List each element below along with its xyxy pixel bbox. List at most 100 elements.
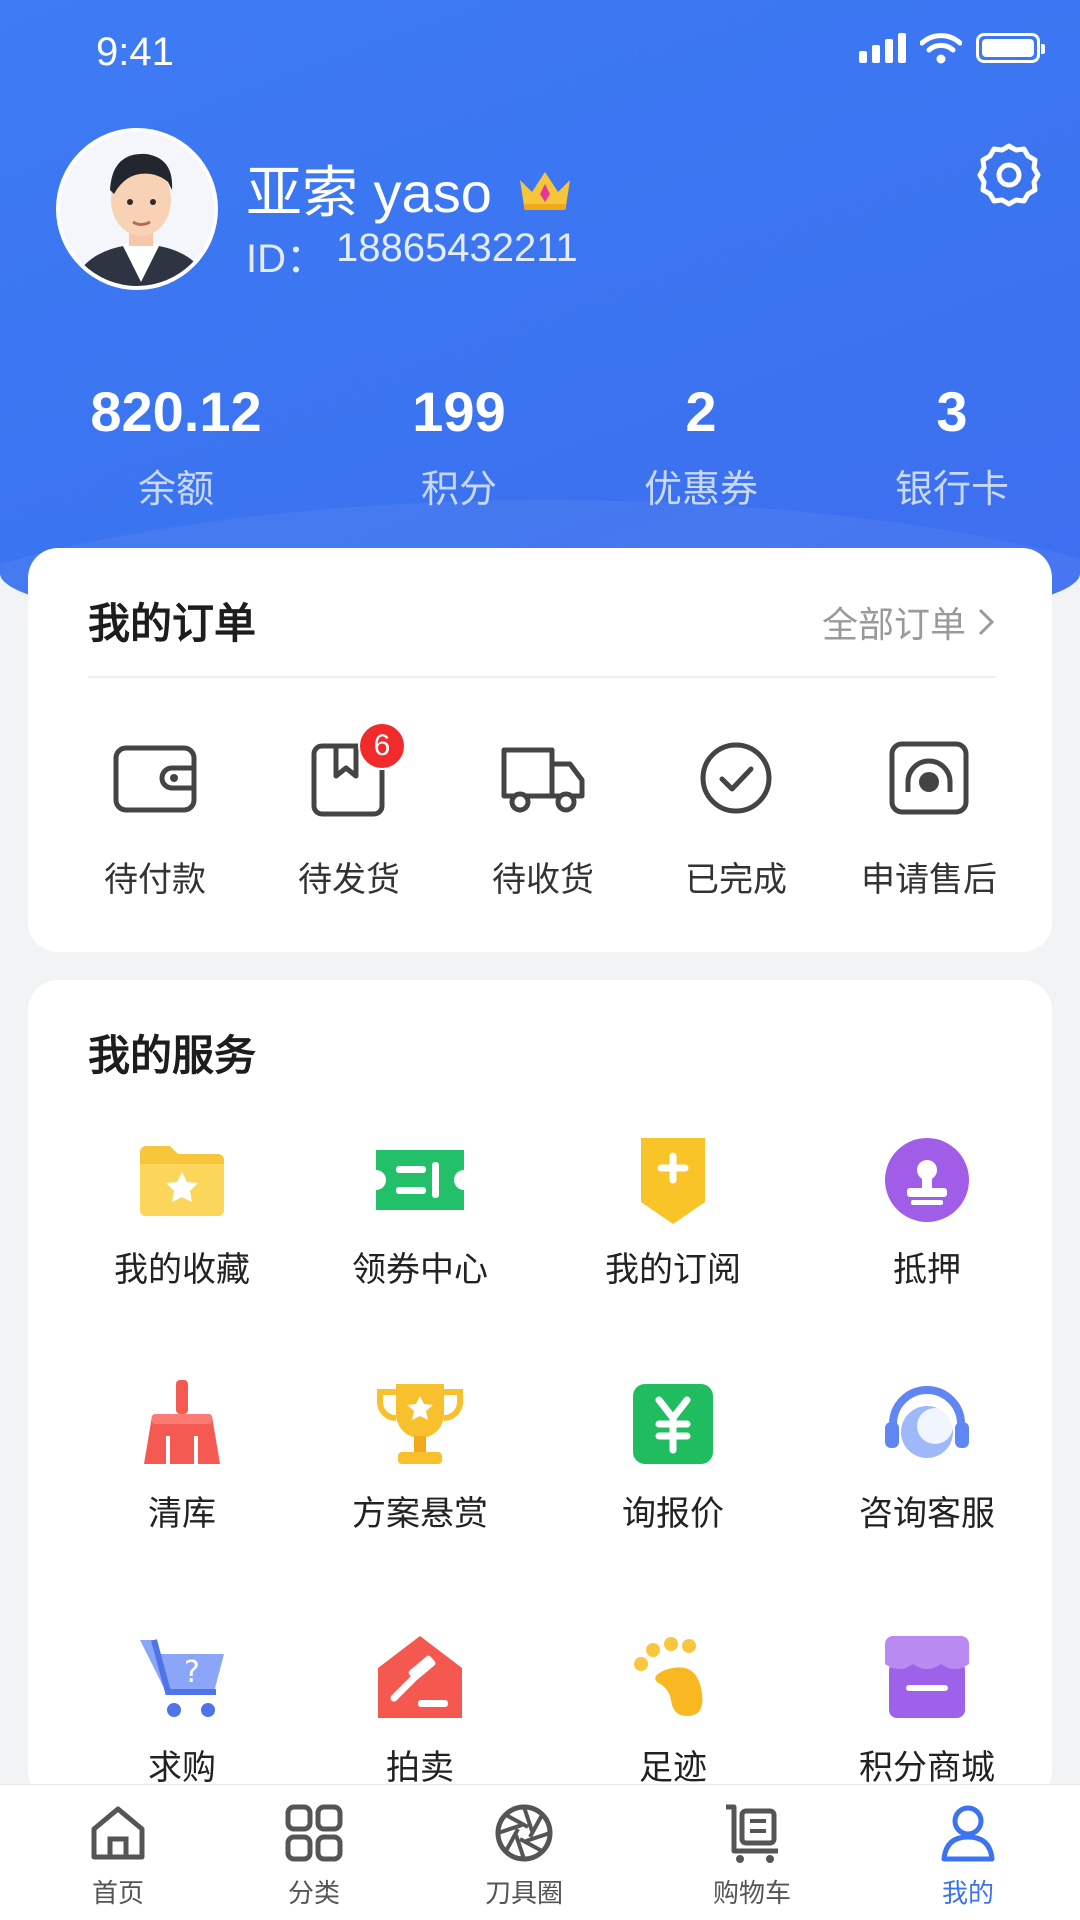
user-name-text: 亚索 yaso — [246, 161, 492, 224]
account-stats: 820.12 余额 199 积分 2 优惠券 3 银行卡 — [0, 380, 1080, 513]
user-name: 亚索 yaso — [246, 148, 574, 229]
tab-categories[interactable]: 分类 — [244, 1801, 384, 1910]
cart-question-icon: ? — [134, 1630, 230, 1726]
tab-cart[interactable]: 购物车 — [682, 1801, 822, 1910]
user-id-value: 18865432211 — [336, 226, 578, 270]
service-clearance[interactable]: 清库 — [72, 1376, 292, 1535]
tab-label: 分类 — [287, 1879, 340, 1909]
user-id: ID： 18865432211 — [246, 226, 578, 284]
service-favorites[interactable]: 我的收藏 — [72, 1132, 292, 1291]
order-label: 待发货 — [298, 860, 400, 900]
folder-star-icon — [134, 1132, 230, 1228]
auction-icon — [372, 1630, 468, 1726]
orders-divider — [88, 676, 996, 678]
svg-text:?: ? — [184, 1655, 200, 1690]
user-id-label: ID： — [246, 237, 326, 281]
order-pending-payment[interactable]: 待付款 — [80, 736, 230, 901]
stat-balance[interactable]: 820.12 余额 — [90, 380, 261, 513]
stat-value: 3 — [936, 380, 968, 443]
stat-label: 银行卡 — [894, 467, 1010, 511]
broom-icon — [134, 1376, 230, 1472]
tab-label: 我的 — [941, 1879, 994, 1909]
stat-value: 199 — [412, 380, 506, 443]
service-label: 咨询客服 — [859, 1494, 995, 1534]
service-label: 询报价 — [622, 1494, 724, 1534]
services-title: 我的服务 — [88, 1031, 257, 1080]
service-auction[interactable]: 拍卖 — [310, 1630, 530, 1789]
stamp-icon — [879, 1132, 975, 1228]
tab-label: 首页 — [91, 1879, 144, 1909]
yuan-icon — [625, 1376, 721, 1472]
service-mortgage[interactable]: 抵押 — [817, 1132, 1037, 1291]
wifi-icon — [920, 33, 962, 64]
stat-points[interactable]: 199 积分 — [412, 380, 505, 513]
notification-badge: 6 — [358, 722, 406, 770]
grid-icon — [285, 1804, 343, 1862]
all-orders-link[interactable]: 全部订单 — [822, 596, 996, 648]
stat-label: 积分 — [420, 467, 497, 511]
service-quotation[interactable]: 询报价 — [563, 1376, 783, 1535]
bottom-tab-bar: 首页 分类 刀具圈 购物车 我的 — [0, 1784, 1080, 1920]
status-icons — [859, 32, 1045, 64]
truck-icon — [498, 736, 588, 820]
stat-value: 2 — [685, 380, 717, 443]
order-after-sales[interactable]: 申请售后 — [854, 736, 1004, 901]
service-label: 我的订阅 — [605, 1250, 741, 1290]
home-icon — [91, 1806, 145, 1860]
order-label: 申请售后 — [861, 860, 997, 900]
order-label: 已完成 — [685, 860, 787, 900]
service-bounty[interactable]: 方案悬赏 — [310, 1376, 530, 1535]
tab-label: 购物车 — [712, 1879, 791, 1909]
stat-bank-cards[interactable]: 3 银行卡 — [895, 380, 1009, 513]
service-label: 足迹 — [639, 1748, 707, 1788]
stat-value: 820.12 — [90, 380, 262, 443]
footprint-icon — [625, 1630, 721, 1726]
coupon-icon — [372, 1132, 468, 1228]
avatar[interactable] — [56, 128, 218, 290]
service-label: 拍卖 — [386, 1748, 454, 1788]
tab-home[interactable]: 首页 — [48, 1801, 188, 1910]
service-footprints[interactable]: 足迹 — [563, 1630, 783, 1789]
service-label: 求购 — [148, 1748, 216, 1788]
signal-icon — [859, 33, 906, 63]
service-label: 我的收藏 — [114, 1250, 250, 1290]
trolley-icon — [726, 1804, 778, 1863]
service-points-mall[interactable]: 积分商城 — [817, 1630, 1037, 1789]
after-sales-icon — [884, 736, 974, 820]
order-completed[interactable]: 已完成 — [661, 736, 811, 901]
service-label: 方案悬赏 — [352, 1494, 488, 1534]
wallet-icon — [110, 736, 200, 820]
trophy-icon — [372, 1376, 468, 1472]
stat-label: 余额 — [137, 467, 214, 511]
status-time: 9:41 — [96, 30, 174, 74]
aperture-icon — [495, 1804, 553, 1862]
service-label: 积分商城 — [859, 1748, 995, 1788]
tab-mine[interactable]: 我的 — [898, 1801, 1038, 1910]
service-label: 抵押 — [893, 1250, 961, 1290]
tab-label: 刀具圈 — [484, 1879, 563, 1909]
subscribe-icon — [625, 1132, 721, 1228]
order-pending-receipt[interactable]: 待收货 — [468, 736, 618, 901]
settings-gear-icon[interactable] — [974, 140, 1044, 210]
headset-icon — [879, 1376, 975, 1472]
tab-tool-circle[interactable]: 刀具圈 — [454, 1801, 594, 1910]
order-pending-shipment[interactable]: 6 待发货 — [274, 722, 424, 901]
check-circle-icon — [691, 736, 781, 820]
order-label: 待收货 — [492, 860, 594, 900]
vip-crown-icon — [519, 171, 570, 210]
service-customer-support[interactable]: 咨询客服 — [817, 1376, 1037, 1535]
order-label: 待付款 — [104, 860, 206, 900]
service-subscriptions[interactable]: 我的订阅 — [563, 1132, 783, 1291]
service-label: 清库 — [148, 1494, 216, 1534]
battery-icon — [976, 33, 1045, 63]
service-coupon-center[interactable]: 领券中心 — [310, 1132, 530, 1291]
service-wanted[interactable]: ? 求购 — [72, 1630, 292, 1789]
user-icon — [941, 1805, 995, 1862]
stat-coupons[interactable]: 2 优惠券 — [644, 380, 758, 513]
status-bar: 9:41 — [0, 0, 1080, 110]
service-label: 领券中心 — [352, 1250, 488, 1290]
store-icon — [879, 1630, 975, 1726]
stat-label: 优惠券 — [643, 467, 759, 511]
chevron-right-icon — [978, 608, 995, 636]
package-icon: 6 — [304, 722, 406, 820]
